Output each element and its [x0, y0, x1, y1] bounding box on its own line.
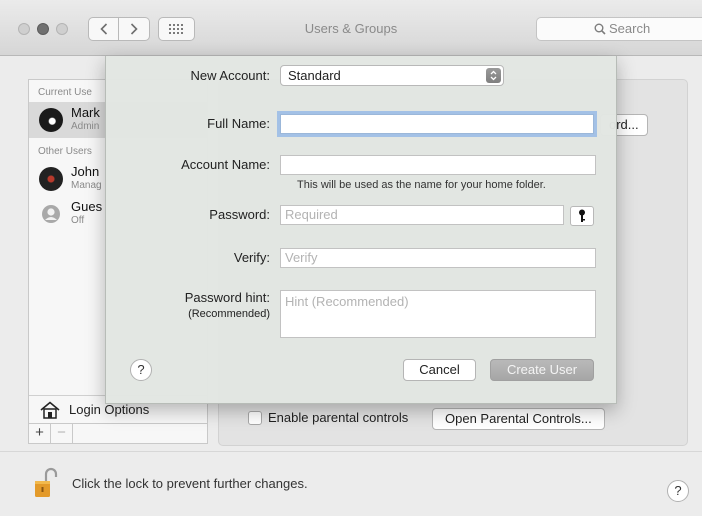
user-name: John: [71, 164, 100, 179]
account-name-note: This will be used as the name for your h…: [297, 179, 546, 191]
avatar: [39, 167, 63, 191]
login-options-label: Login Options: [69, 402, 150, 417]
verify-label: Verify:: [233, 250, 270, 265]
footer-divider: [0, 451, 702, 452]
password-hint-sublabel: (Recommended): [188, 308, 270, 320]
user-role: Manag: [71, 180, 102, 191]
lock-row: Click the lock to prevent further change…: [34, 467, 308, 499]
account-name-field[interactable]: [280, 155, 596, 175]
search-placeholder: Search: [609, 21, 651, 36]
new-account-label: New Account:: [190, 68, 271, 83]
help-button[interactable]: ?: [667, 480, 689, 502]
parental-controls-checkbox[interactable]: [248, 410, 262, 425]
verify-field[interactable]: Verify: [280, 248, 596, 268]
current-users-header: Current Use: [38, 87, 92, 98]
other-users-header: Other Users: [38, 146, 92, 157]
account-name-label: Account Name:: [181, 157, 270, 172]
key-icon: [579, 209, 585, 222]
remove-user-button[interactable]: −: [51, 424, 73, 443]
lock-open-icon[interactable]: [34, 467, 58, 499]
account-type-value: Standard: [288, 68, 341, 83]
password-field[interactable]: Required: [280, 205, 564, 225]
password-label: Password:: [209, 207, 270, 222]
guest-user-icon: [42, 205, 60, 223]
home-icon: [40, 401, 60, 419]
lock-status-text: Click the lock to prevent further change…: [72, 475, 308, 491]
sheet-help-button[interactable]: ?: [130, 359, 152, 381]
avatar: [39, 108, 63, 132]
cancel-button[interactable]: Cancel: [403, 359, 476, 381]
full-name-label: Full Name:: [207, 116, 270, 131]
open-parental-controls-button[interactable]: Open Parental Controls...: [432, 408, 605, 430]
add-remove-bar: + −: [29, 423, 207, 443]
new-account-sheet: New Account: Standard Full Name: Account…: [105, 56, 617, 404]
password-hint-field[interactable]: Hint (Recommended): [280, 290, 596, 338]
parental-controls-label: Enable parental controls: [268, 410, 409, 425]
account-type-popup[interactable]: Standard: [280, 65, 504, 86]
search-field[interactable]: Search: [536, 17, 702, 41]
add-user-button[interactable]: +: [29, 424, 51, 443]
user-role: Admin: [71, 121, 100, 132]
popup-arrows-icon: [486, 68, 501, 83]
user-name: Gues: [71, 199, 103, 214]
password-hint-label: Password hint:: [184, 290, 270, 305]
user-role: Off: [71, 215, 85, 226]
create-user-button[interactable]: Create User: [490, 359, 594, 381]
full-name-field[interactable]: [280, 114, 594, 134]
parental-controls-option[interactable]: Enable parental controls: [248, 410, 408, 425]
user-name: Mark: [71, 105, 100, 120]
search-icon: [594, 23, 606, 35]
title-bar: Users & Groups Search: [0, 0, 702, 56]
password-assistant-button[interactable]: [570, 206, 594, 226]
